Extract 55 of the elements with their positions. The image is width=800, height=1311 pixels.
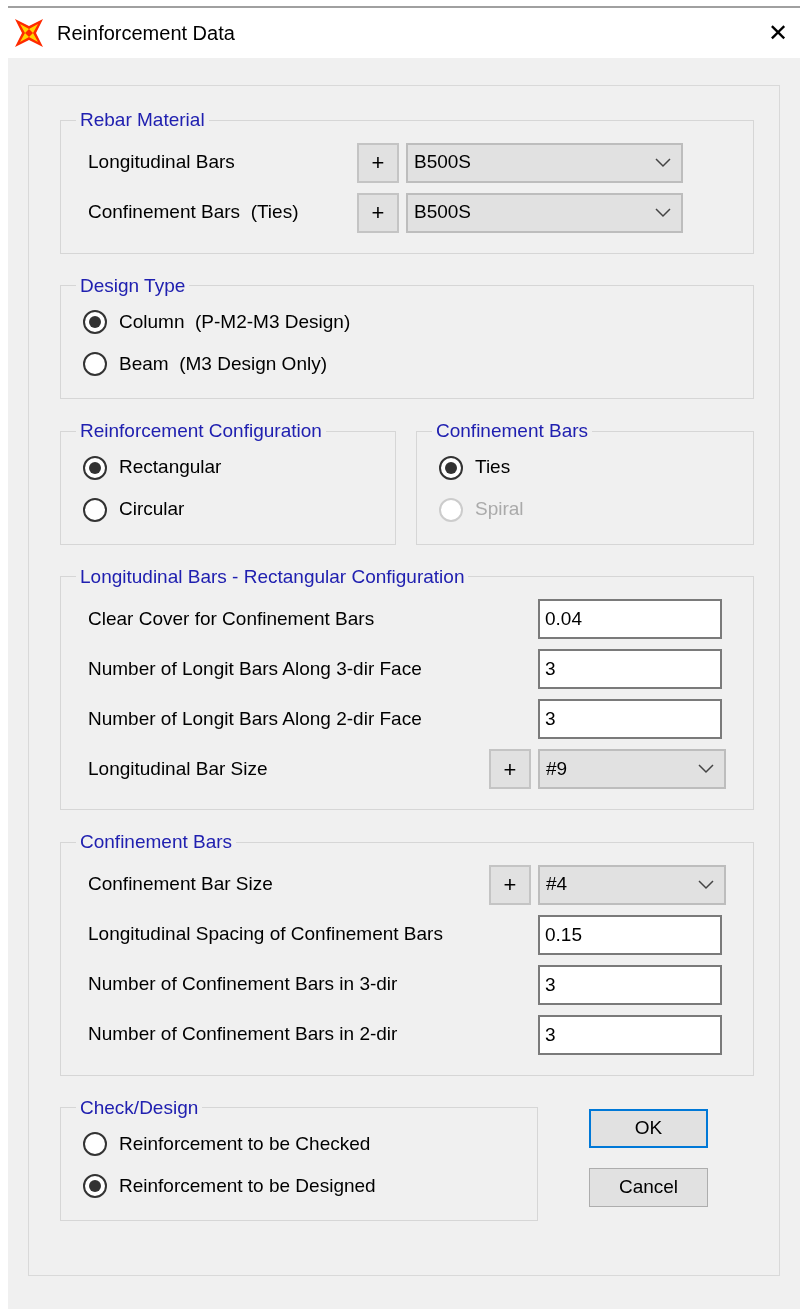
dropdown[interactable]: #4 — [538, 864, 726, 905]
chevron-down-icon — [655, 157, 671, 168]
group-title: Reinforcement Configuration — [79, 419, 323, 443]
group-title: Longitudinal Bars - Rectangular Configuration — [79, 564, 466, 589]
field-label: Number of Longit Bars Along 2-dir Face — [88, 706, 422, 731]
window-title: Reinforcement Data — [57, 21, 235, 46]
radio-label: Rectangular — [119, 455, 222, 480]
input-field[interactable]: 0.15 — [538, 914, 722, 955]
radio-button[interactable] — [83, 1132, 107, 1156]
input-field[interactable]: 3 — [538, 649, 722, 689]
input-field[interactable]: 3 — [538, 964, 722, 1005]
radio-label: Circular — [119, 497, 185, 522]
group-title: Confinement Bars — [79, 830, 234, 854]
add-button[interactable]: + — [489, 749, 531, 789]
ok-button[interactable]: OK — [589, 1108, 708, 1148]
add-button[interactable]: + — [357, 192, 399, 233]
app-icon — [14, 18, 44, 48]
radio-button[interactable] — [83, 352, 107, 376]
chevron-down-icon — [655, 207, 671, 218]
group-title: Design Type — [79, 273, 187, 298]
input-field[interactable]: 3 — [538, 1014, 722, 1055]
chevron-down-icon — [698, 764, 714, 774]
group-title: Confinement Bars — [435, 419, 590, 443]
field-label: Longitudinal Spacing of Confinement Bars — [88, 922, 443, 947]
cancel-button[interactable]: Cancel — [589, 1167, 708, 1207]
field-label: Confinement Bar Size — [88, 872, 273, 897]
group-title: Check/Design — [79, 1095, 200, 1120]
radio-label: Beam (M3 Design Only) — [119, 351, 327, 376]
radio-label: Ties — [475, 455, 511, 480]
field-label: Confinement Bars (Ties) — [88, 200, 299, 225]
add-button[interactable]: + — [357, 142, 399, 183]
radio-label: Reinforcement to be Checked — [119, 1131, 371, 1156]
radio-label: Reinforcement to be Designed — [119, 1173, 376, 1198]
input-field[interactable]: 0.04 — [538, 599, 722, 639]
dropdown[interactable]: B500S — [406, 192, 683, 233]
field-label: Number of Longit Bars Along 3-dir Face — [88, 656, 422, 681]
close-button[interactable]: ✕ — [768, 21, 788, 45]
field-label: Longitudinal Bar Size — [88, 756, 268, 781]
radio-button[interactable] — [83, 455, 107, 480]
radio-button[interactable] — [439, 455, 463, 480]
radio-label: Column (P-M2-M3 Design) — [119, 309, 351, 334]
group-title: Rebar Material — [79, 108, 206, 132]
input-field[interactable]: 3 — [538, 699, 722, 739]
field-label: Number of Confinement Bars in 2-dir — [88, 1022, 398, 1047]
field-label: Longitudinal Bars — [88, 150, 236, 175]
field-label: Clear Cover for Confinement Bars — [88, 606, 375, 631]
dropdown[interactable]: B500S — [406, 142, 683, 183]
radio-label: Spiral — [475, 497, 524, 522]
add-button[interactable]: + — [489, 864, 531, 905]
dropdown[interactable]: #9 — [538, 749, 726, 789]
radio-button[interactable] — [83, 310, 107, 334]
radio-button[interactable] — [83, 497, 107, 522]
chevron-down-icon — [698, 879, 714, 890]
radio-button[interactable] — [83, 1174, 107, 1198]
field-label: Number of Confinement Bars in 3-dir — [88, 972, 398, 997]
